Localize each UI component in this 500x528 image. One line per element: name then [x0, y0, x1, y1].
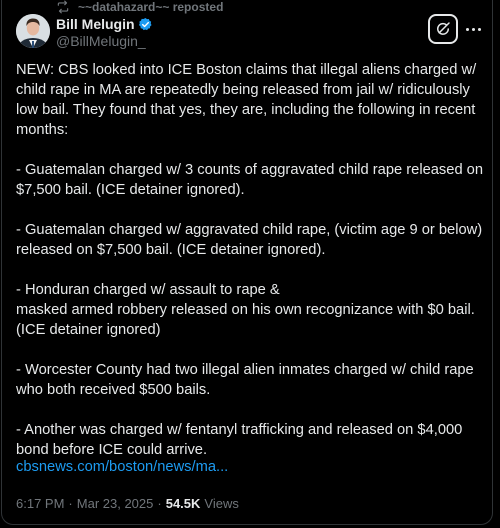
grok-icon — [437, 22, 450, 35]
post-paragraph: - Worcester County had two illegal alien… — [16, 362, 474, 398]
author-name[interactable]: Bill Melugin — [56, 16, 135, 32]
repost-header[interactable]: ~~datahazard~~ reposted — [56, 0, 223, 14]
post-date[interactable]: Mar 23, 2025 — [77, 496, 154, 511]
post-text: NEW: CBS looked into ICE Boston claims t… — [16, 60, 484, 460]
post-paragraph: NEW: CBS looked into ICE Boston claims t… — [16, 62, 477, 138]
author-handle[interactable]: @BillMelugin_ — [56, 33, 146, 49]
repost-label: ~~datahazard~~ reposted — [78, 0, 224, 14]
article-link[interactable]: cbsnews.com/boston/news/ma... — [16, 459, 228, 475]
meta-separator: · — [68, 496, 73, 511]
post-paragraph: - Another was charged w/ fentanyl traffi… — [16, 422, 463, 458]
grok-button[interactable] — [428, 14, 458, 44]
post-metadata: 6:17 PM · Mar 23, 2025 · 54.5K Views — [16, 496, 239, 511]
views-label: Views — [204, 496, 239, 511]
more-options-icon[interactable] — [462, 20, 484, 38]
avatar[interactable] — [16, 14, 50, 48]
post-paragraph: - Guatemalan charged w/ aggravated child… — [16, 222, 483, 258]
post-paragraph: - Guatemalan charged w/ 3 counts of aggr… — [16, 162, 484, 198]
post-time[interactable]: 6:17 PM — [16, 496, 64, 511]
avatar-image — [16, 14, 50, 48]
views-count: 54.5K — [165, 496, 201, 511]
verified-badge-icon — [138, 17, 153, 32]
repost-icon — [57, 0, 69, 14]
post-paragraph: - Honduran charged w/ assault to rape & … — [16, 282, 475, 338]
author-name-row[interactable]: Bill Melugin — [56, 16, 153, 32]
meta-separator: · — [157, 496, 162, 511]
